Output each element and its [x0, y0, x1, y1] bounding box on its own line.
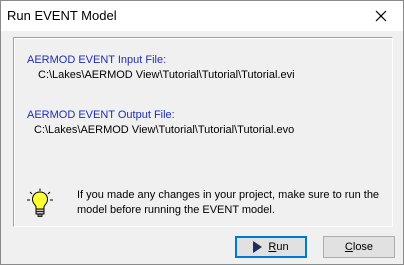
info-panel: AERMOD EVENT Input File: C:\Lakes\AERMOD… [13, 37, 393, 227]
output-file-path: C:\Lakes\AERMOD View\Tutorial\Tutorial\T… [34, 124, 295, 136]
run-event-model-dialog: Run EVENT Model AERMOD EVENT Input File:… [0, 0, 404, 265]
input-file-path: C:\Lakes\AERMOD View\Tutorial\Tutorial\T… [38, 69, 295, 81]
run-button-label: Run [268, 241, 289, 253]
input-file-label: AERMOD EVENT Input File: [27, 54, 167, 66]
play-arrow-icon [253, 241, 263, 253]
window-title: Run EVENT Model [7, 8, 117, 23]
lightbulb-icon [27, 188, 53, 217]
run-button[interactable]: Run [235, 236, 307, 258]
hint-message: If you made any changes in your project,… [77, 189, 380, 216]
close-window-button[interactable] [359, 1, 403, 31]
output-file-label: AERMOD EVENT Output File: [27, 109, 175, 121]
close-button[interactable]: Close [323, 236, 395, 258]
close-icon [375, 10, 387, 22]
title-bar: Run EVENT Model [1, 1, 403, 31]
close-button-label: Close [344, 241, 374, 253]
